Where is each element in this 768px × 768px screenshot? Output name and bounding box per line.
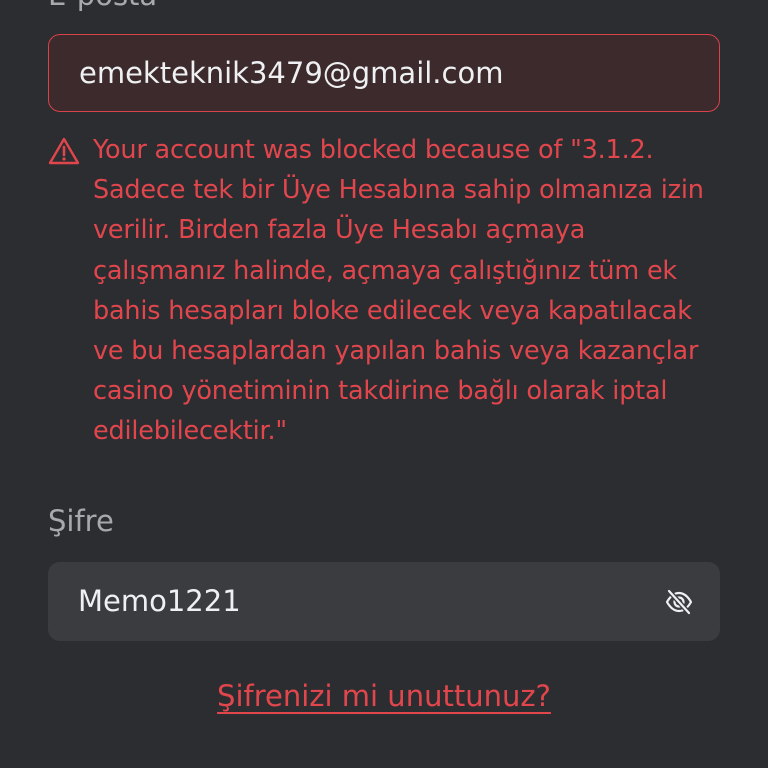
email-label: E-posta	[48, 0, 157, 12]
email-field[interactable]: emekteknik3479@gmail.com	[48, 34, 720, 112]
password-field[interactable]: Memo1221	[48, 562, 720, 641]
warning-triangle-icon	[48, 136, 80, 166]
login-form: E-posta emekteknik3479@gmail.com Your ac…	[0, 0, 768, 768]
eye-off-icon[interactable]	[664, 587, 694, 617]
error-text: Your account was blocked because of "3.1…	[93, 135, 704, 447]
password-value: Memo1221	[78, 584, 241, 618]
password-label: Şifre	[48, 504, 114, 538]
email-value: emekteknik3479@gmail.com	[79, 56, 504, 90]
forgot-password-link[interactable]: Şifrenizi mi unuttunuz?	[0, 676, 768, 716]
